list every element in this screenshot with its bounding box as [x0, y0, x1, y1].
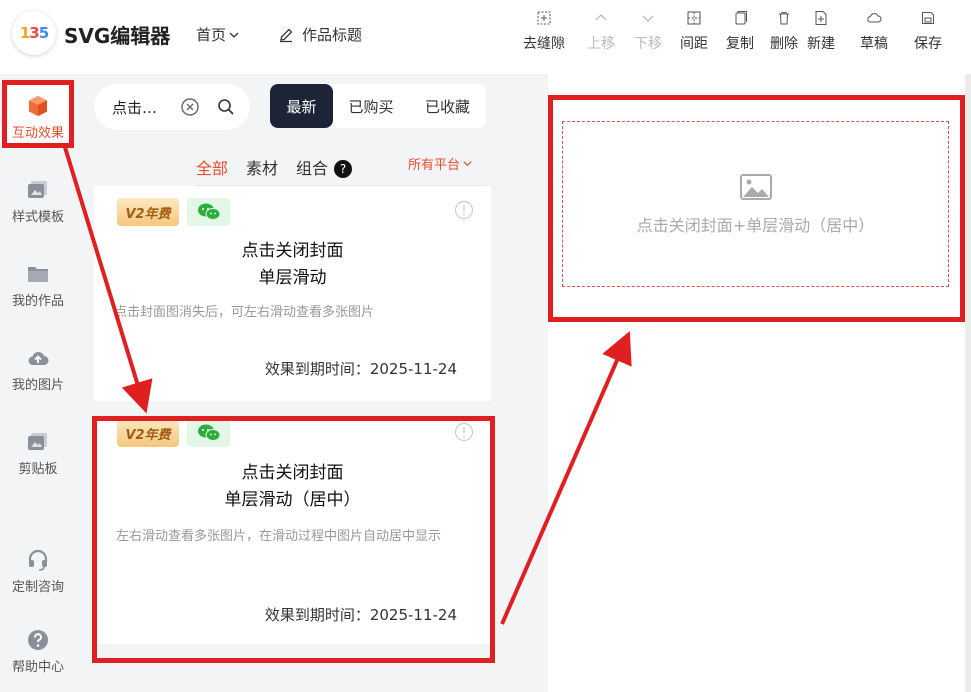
card-title: 点击关闭封面 单层滑动 [94, 238, 491, 292]
v2-annual-badge: V2年费 [117, 198, 179, 226]
cube-icon [29, 96, 47, 116]
sidebar-label: 样式模板 [11, 210, 64, 225]
canvas-gutter [504, 74, 548, 692]
sidebar-label: 帮助中心 [11, 660, 64, 675]
effect-placeholder[interactable]: 点击关闭封面+单层滑动（居中） [562, 121, 949, 287]
search-box[interactable]: 点击… [94, 84, 250, 130]
chevron-up-icon [595, 14, 607, 21]
nav-home-dropdown[interactable]: 首页 [196, 24, 240, 45]
remove-gap-label: 去缝隙 [523, 36, 565, 52]
sidebar-label: 互动效果 [11, 126, 64, 141]
segment-latest[interactable]: 最新 [270, 84, 333, 128]
draft-label: 草稿 [860, 36, 888, 52]
search-icon[interactable] [216, 97, 236, 117]
sidebar-item-custom-consult[interactable]: 定制咨询 [0, 548, 76, 595]
card-title-line1: 点击关闭封面 [241, 241, 344, 261]
new-button[interactable]: 新建 [796, 10, 846, 53]
copy-label: 复制 [726, 36, 754, 52]
sidebar-item-my-works[interactable]: 我的作品 [0, 262, 76, 309]
move-up-button[interactable]: 上移 [576, 10, 626, 53]
cloud-upload-icon [28, 351, 49, 365]
tab-all[interactable]: 全部 [186, 155, 238, 189]
question-icon[interactable]: ? [334, 160, 353, 178]
work-title-edit[interactable]: 作品标题 [278, 24, 362, 45]
segment-purchased[interactable]: 已购买 [333, 84, 409, 128]
info-icon[interactable] [454, 200, 474, 220]
top-header: 135 SVG编辑器 首页 作品标题 去缝隙 上移 下移 间距 复制 删除 新建… [0, 0, 971, 74]
copy-button[interactable]: 复制 [715, 10, 765, 53]
new-label: 新建 [807, 36, 835, 52]
spacing-label: 间距 [680, 36, 708, 52]
template-icon [28, 181, 47, 198]
chevron-down-icon [229, 32, 239, 38]
sidebar-item-clipboard[interactable]: 剪贴板 [0, 430, 76, 477]
wechat-badge [187, 198, 230, 226]
canvas-edge [965, 74, 971, 692]
move-down-button[interactable]: 下移 [623, 10, 673, 53]
left-sidebar: 互动效果 样式模板 我的作品 我的图片 剪贴板 定制咨询 帮助中心 [0, 74, 76, 692]
logo-letter-1: 1 [19, 24, 30, 42]
clipboard-icon [28, 433, 47, 450]
tab-materials[interactable]: 素材 [246, 155, 278, 179]
search-input[interactable]: 点击… [112, 97, 164, 118]
move-up-label: 上移 [587, 36, 615, 52]
pencil-icon [280, 28, 293, 42]
tab-combinations[interactable]: 组合? [296, 155, 353, 179]
chevron-down-icon [642, 15, 654, 22]
sidebar-label: 剪贴板 [18, 462, 58, 477]
card-title-line2: 单层滑动 [258, 268, 327, 288]
sidebar-label: 我的图片 [11, 378, 64, 393]
sidebar-item-style-templates[interactable]: 样式模板 [0, 178, 76, 225]
placeholder-label: 点击关闭封面+单层滑动（居中） [636, 216, 875, 235]
sidebar-item-interactive-effects[interactable]: 互动效果 [0, 94, 76, 141]
new-file-icon [815, 11, 827, 25]
help-icon [28, 630, 48, 650]
nav-home-label: 首页 [196, 26, 227, 44]
move-down-label: 下移 [634, 36, 662, 52]
segment-favorited[interactable]: 已收藏 [409, 84, 486, 128]
copy-icon [735, 11, 747, 25]
remove-gap-button[interactable]: 去缝隙 [519, 10, 569, 53]
image-icon [739, 174, 772, 200]
card-highlight-box [92, 416, 495, 663]
platform-filter-label: 所有平台 [408, 158, 461, 173]
clear-icon[interactable] [180, 97, 200, 117]
save-icon [922, 12, 934, 24]
spacing-button[interactable]: 间距 [669, 10, 719, 53]
app-title: SVG编辑器 [64, 24, 171, 48]
chevron-down-icon [463, 161, 472, 167]
effect-card[interactable]: V2年费 点击关闭封面 单层滑动 点击封面图消失后，可左右滑动查看多张图片 效果… [94, 186, 491, 401]
app-logo[interactable]: 135 [12, 11, 56, 55]
trash-icon [779, 12, 789, 25]
sort-segmented-control: 最新 已购买 已收藏 [270, 84, 486, 128]
card-expiry: 效果到期时间：2025-11-24 [264, 360, 457, 378]
save-button[interactable]: 保存 [903, 10, 953, 53]
sidebar-item-help-center[interactable]: 帮助中心 [0, 628, 76, 675]
wechat-icon [197, 203, 220, 220]
platform-filter-dropdown[interactable]: 所有平台 [408, 154, 473, 173]
work-title-label: 作品标题 [302, 26, 363, 44]
headset-icon [28, 549, 48, 571]
spacing-icon [687, 11, 701, 25]
delete-label: 删除 [770, 36, 798, 52]
sidebar-item-my-images[interactable]: 我的图片 [0, 346, 76, 393]
cloud-icon [867, 13, 882, 23]
folder-icon [28, 267, 48, 282]
draft-button[interactable]: 草稿 [849, 10, 899, 53]
sidebar-label: 我的作品 [11, 294, 64, 309]
category-tabs: 全部 素材 组合? [186, 152, 353, 189]
sidebar-label: 定制咨询 [11, 580, 64, 595]
card-description: 点击封面图消失后，可左右滑动查看多张图片 [114, 305, 375, 320]
logo-letter-3: 3 [29, 24, 39, 42]
save-label: 保存 [914, 36, 942, 52]
tab-combinations-label: 组合 [296, 159, 329, 178]
gap-icon [537, 11, 551, 25]
logo-letter-5: 5 [38, 24, 49, 42]
